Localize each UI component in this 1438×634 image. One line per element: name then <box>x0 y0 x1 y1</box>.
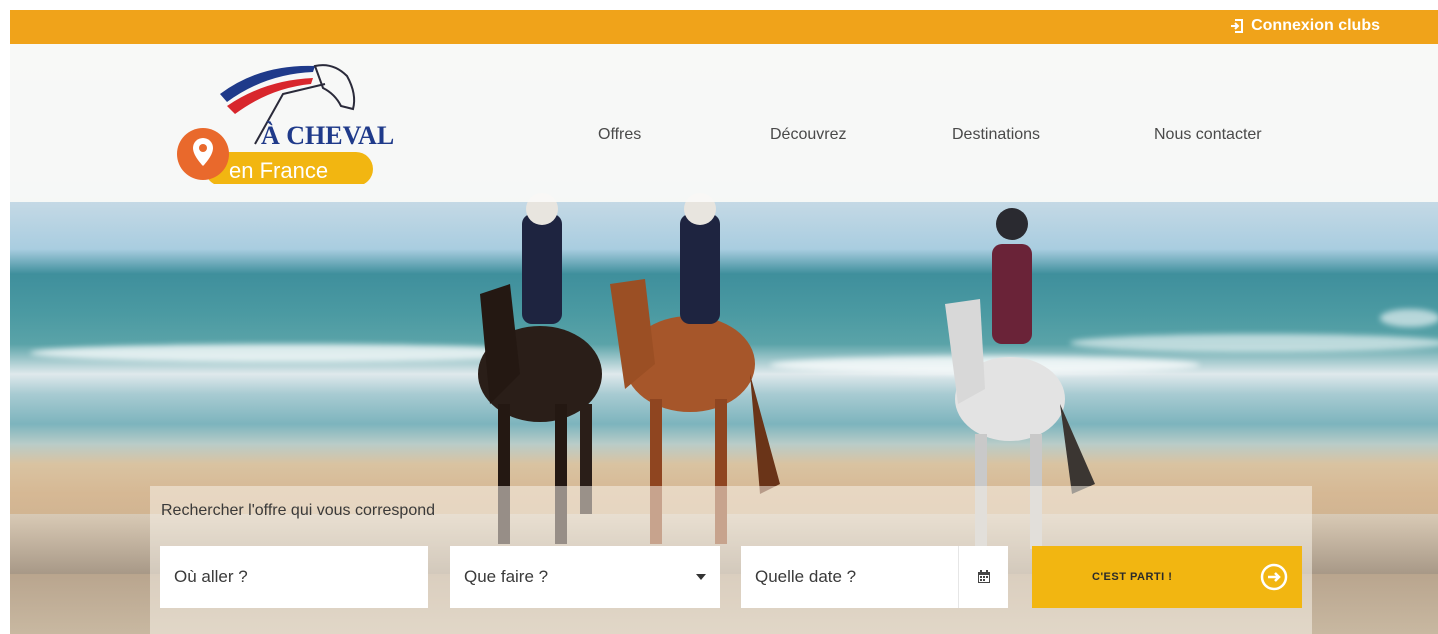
brand-logo[interactable]: À CHEVAL en France <box>165 54 405 186</box>
date-input[interactable]: Quelle date ? <box>741 546 958 608</box>
search-submit-label: C'EST PARTI ! <box>1092 571 1173 583</box>
site-header: À CHEVAL en France Offres Découvrez Dest… <box>10 44 1438 202</box>
calendar-icon <box>977 570 990 583</box>
chevron-down-icon <box>696 574 706 580</box>
login-clubs-label: Connexion clubs <box>1251 17 1380 34</box>
page: À CHEVAL en France Offres Découvrez Dest… <box>10 10 1438 634</box>
nav-decouvrez[interactable]: Découvrez <box>770 126 846 144</box>
nav-destinations[interactable]: Destinations <box>952 126 1040 144</box>
arrow-right-circle-icon <box>1260 563 1288 591</box>
calendar-button[interactable] <box>958 546 1008 608</box>
where-input[interactable]: Où aller ? <box>160 546 428 608</box>
what-select[interactable]: Que faire ? <box>450 546 720 608</box>
what-placeholder: Que faire ? <box>464 567 549 586</box>
nav-offres[interactable]: Offres <box>598 126 641 144</box>
login-clubs-link[interactable]: Connexion clubs <box>1229 17 1380 35</box>
search-title: Rechercher l'offre qui vous correspond <box>161 502 436 519</box>
where-placeholder: Où aller ? <box>174 567 248 586</box>
search-submit-button[interactable]: C'EST PARTI ! <box>1032 546 1302 608</box>
brand-line1: À CHEVAL <box>261 121 394 150</box>
brand-line2: en France <box>229 158 328 183</box>
date-placeholder: Quelle date ? <box>755 567 857 586</box>
login-icon <box>1231 19 1244 33</box>
nav-nous-contacter[interactable]: Nous contacter <box>1154 126 1262 144</box>
top-bar: Connexion clubs <box>10 10 1438 44</box>
